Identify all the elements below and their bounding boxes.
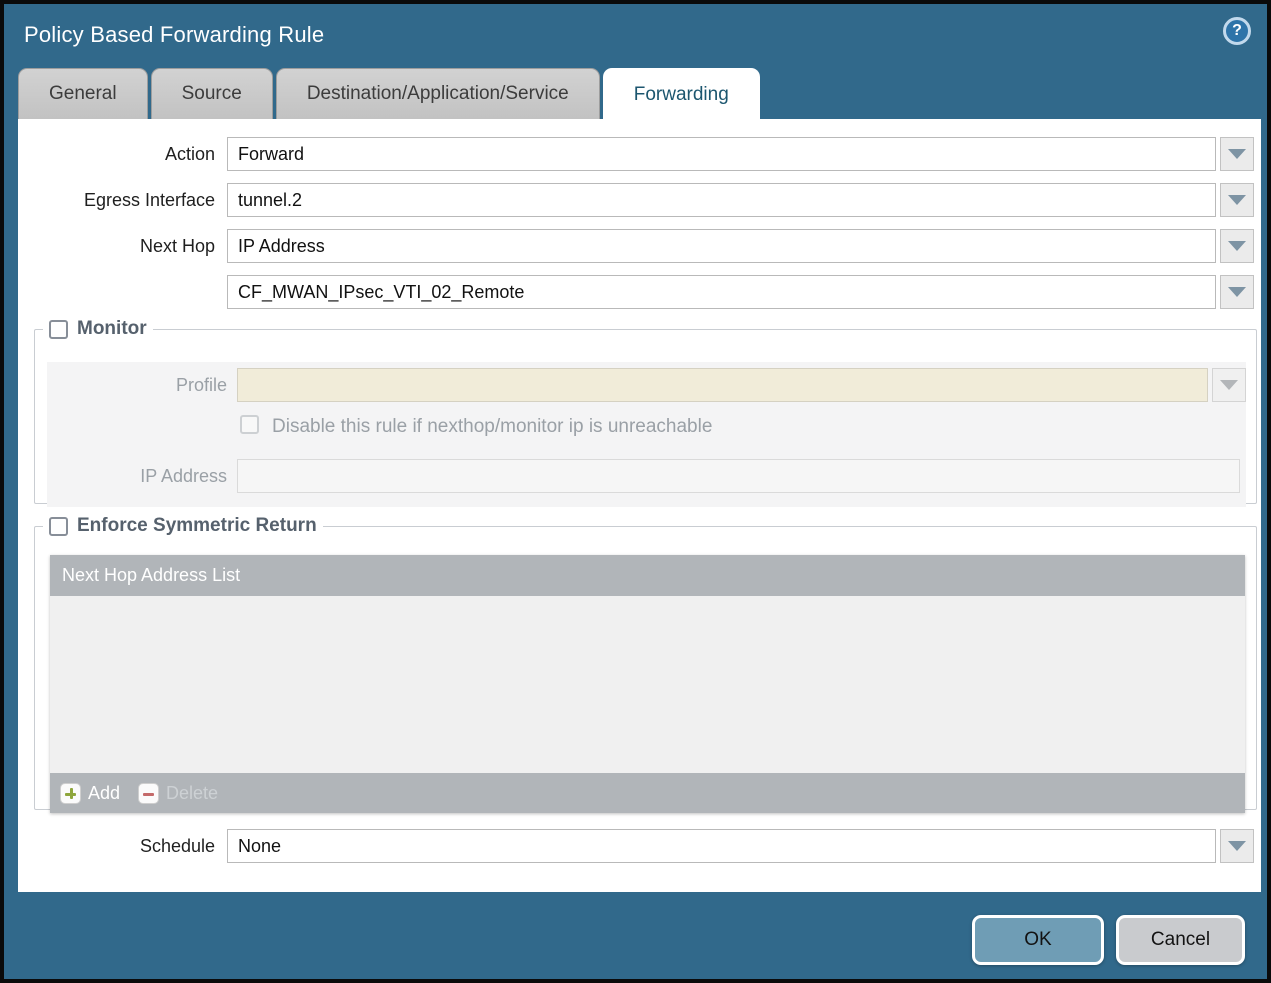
monitor-legend: Monitor bbox=[43, 318, 153, 340]
egress-interface-combo[interactable]: tunnel.2 bbox=[227, 183, 1216, 217]
action-row: Action Forward bbox=[18, 137, 1261, 171]
cancel-button[interactable]: Cancel bbox=[1116, 915, 1245, 965]
dialog-titlebar: Policy Based Forwarding Rule ? bbox=[4, 4, 1267, 68]
forwarding-tab-panel: Action Forward Egress Interface tunnel.2… bbox=[18, 119, 1261, 892]
chevron-down-icon bbox=[1228, 149, 1246, 159]
next-hop-address-table: Next Hop Address List Add Delete bbox=[50, 555, 1245, 813]
symmetric-return-legend: Enforce Symmetric Return bbox=[43, 515, 323, 537]
policy-based-forwarding-dialog: Policy Based Forwarding Rule ? General S… bbox=[0, 0, 1271, 983]
disable-rule-checkbox-label: Disable this rule if nexthop/monitor ip … bbox=[272, 416, 712, 438]
chevron-down-icon bbox=[1228, 841, 1246, 851]
action-label: Action bbox=[18, 137, 215, 171]
monitor-ip-address-label: IP Address bbox=[47, 459, 227, 493]
tab-general[interactable]: General bbox=[18, 68, 148, 119]
next-hop-address-list-toolbar: Add Delete bbox=[50, 773, 1245, 813]
next-hop-row: Next Hop IP Address bbox=[18, 229, 1261, 263]
profile-label: Profile bbox=[47, 368, 227, 402]
egress-interface-label: Egress Interface bbox=[18, 183, 215, 217]
schedule-dropdown-button[interactable] bbox=[1220, 829, 1254, 863]
monitor-legend-label: Monitor bbox=[77, 318, 147, 340]
delete-button-label: Delete bbox=[166, 783, 218, 804]
minus-icon bbox=[138, 783, 159, 804]
add-button[interactable]: Add bbox=[60, 783, 120, 804]
monitor-panel: Profile Disable this rule if nexthop/mon… bbox=[47, 362, 1246, 507]
next-hop-address-dropdown-button[interactable] bbox=[1220, 275, 1254, 309]
chevron-down-icon bbox=[1228, 287, 1246, 297]
add-button-label: Add bbox=[88, 783, 120, 804]
next-hop-type-dropdown-button[interactable] bbox=[1220, 229, 1254, 263]
chevron-down-icon bbox=[1228, 241, 1246, 251]
profile-dropdown-button-disabled bbox=[1212, 368, 1246, 402]
next-hop-type-combo[interactable]: IP Address bbox=[227, 229, 1216, 263]
delete-button: Delete bbox=[138, 783, 218, 804]
symmetric-return-fieldset: Enforce Symmetric Return Next Hop Addres… bbox=[34, 515, 1257, 810]
next-hop-label: Next Hop bbox=[18, 229, 215, 263]
next-hop-address-row: CF_MWAN_IPsec_VTI_02_Remote bbox=[18, 275, 1261, 309]
disable-rule-checkbox bbox=[240, 415, 259, 434]
action-dropdown-button[interactable] bbox=[1220, 137, 1254, 171]
monitor-ip-address-input-disabled bbox=[237, 459, 1240, 493]
chevron-down-icon bbox=[1220, 380, 1238, 390]
schedule-label: Schedule bbox=[18, 829, 215, 863]
plus-icon bbox=[60, 783, 81, 804]
symmetric-return-legend-label: Enforce Symmetric Return bbox=[77, 515, 317, 537]
next-hop-address-list-body[interactable] bbox=[50, 596, 1245, 773]
monitor-checkbox[interactable] bbox=[49, 320, 68, 339]
tab-bar: General Source Destination/Application/S… bbox=[18, 68, 760, 119]
dialog-title: Policy Based Forwarding Rule bbox=[24, 22, 324, 48]
next-hop-address-list-header: Next Hop Address List bbox=[50, 555, 1245, 596]
enforce-symmetric-return-checkbox[interactable] bbox=[49, 517, 68, 536]
next-hop-address-combo[interactable]: CF_MWAN_IPsec_VTI_02_Remote bbox=[227, 275, 1216, 309]
tab-source[interactable]: Source bbox=[151, 68, 273, 119]
action-combo[interactable]: Forward bbox=[227, 137, 1216, 171]
egress-interface-row: Egress Interface tunnel.2 bbox=[18, 183, 1261, 217]
help-icon[interactable]: ? bbox=[1223, 17, 1251, 45]
tab-destination-application-service[interactable]: Destination/Application/Service bbox=[276, 68, 600, 119]
schedule-row: Schedule None bbox=[18, 829, 1261, 863]
tab-forwarding[interactable]: Forwarding bbox=[603, 68, 760, 120]
egress-interface-dropdown-button[interactable] bbox=[1220, 183, 1254, 217]
schedule-combo[interactable]: None bbox=[227, 829, 1216, 863]
ok-button[interactable]: OK bbox=[972, 915, 1104, 965]
profile-combo-disabled bbox=[237, 368, 1208, 402]
monitor-fieldset: Monitor Profile Disable this rule if nex… bbox=[34, 318, 1257, 504]
chevron-down-icon bbox=[1228, 195, 1246, 205]
